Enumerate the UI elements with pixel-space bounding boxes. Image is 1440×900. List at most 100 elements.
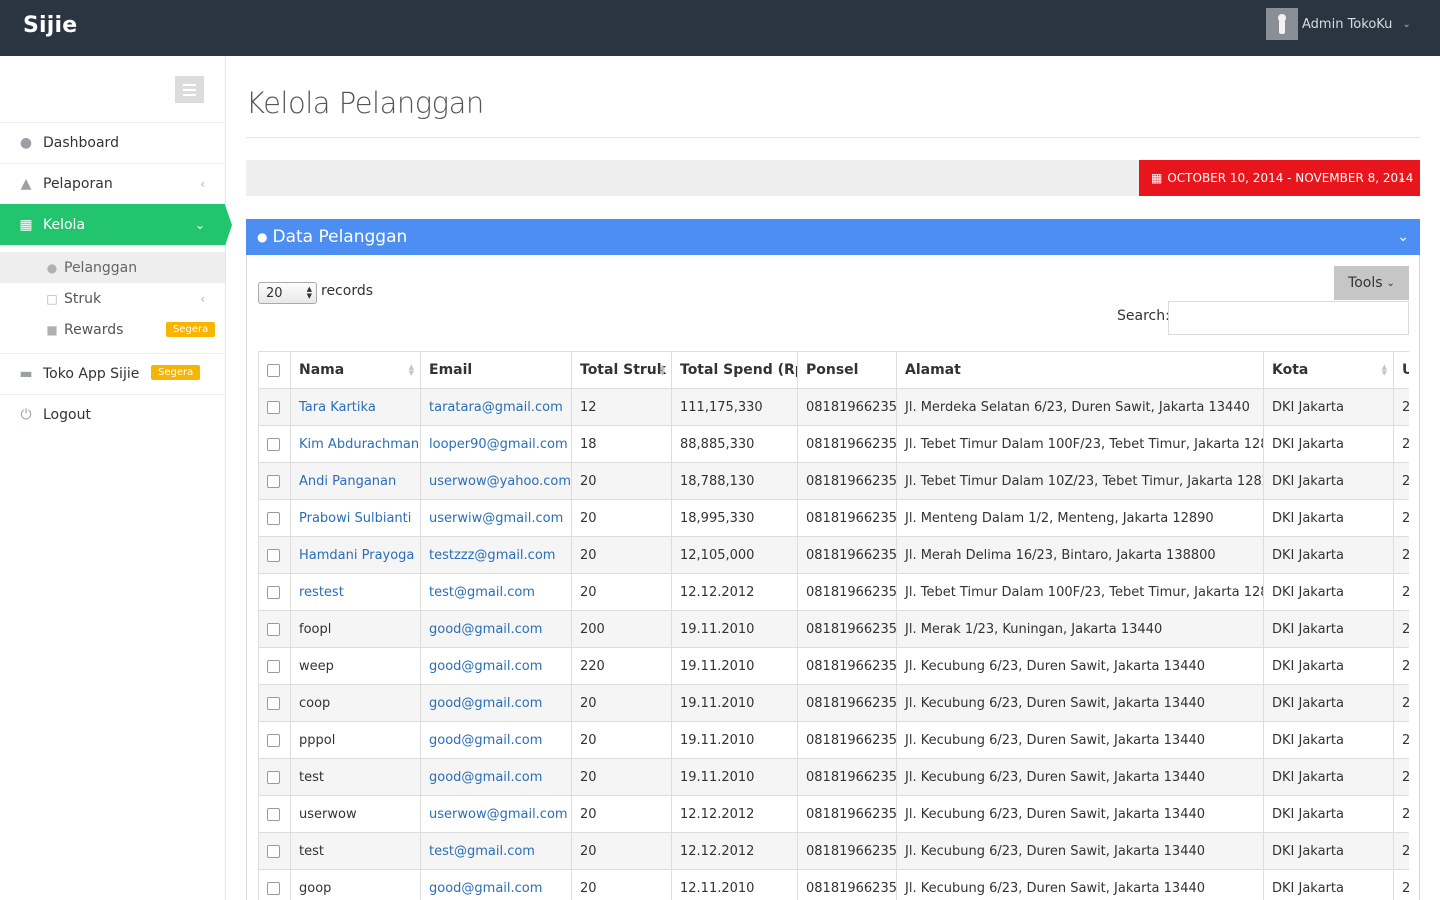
row-checkbox[interactable] [267, 844, 280, 858]
row-select-cell [258, 684, 291, 722]
cell-email[interactable]: userwiw@gmail.com [420, 499, 572, 537]
column-header-alamat[interactable]: Alamat [896, 351, 1264, 389]
gamepad-icon: ▬ [19, 366, 33, 382]
chevron-down-icon: ⌄ [1386, 277, 1395, 289]
column-header-nama[interactable]: Nama ▲ ▼ [290, 351, 421, 389]
column-header-label: Ponsel [806, 362, 859, 378]
cell-kota: DKI Jakarta [1263, 462, 1394, 500]
row-select-cell [258, 647, 291, 685]
row-checkbox[interactable] [267, 659, 280, 673]
chevron-down-icon[interactable]: ⌄ [1397, 229, 1409, 245]
cell-u: 2 [1393, 499, 1409, 537]
sidebar-item-toko-app[interactable]: ▬ Toko App Sijie Segera [0, 353, 225, 394]
column-header-total-struk[interactable]: Total Struk ▲ ▼ [571, 351, 672, 389]
row-checkbox[interactable] [267, 770, 280, 784]
column-header-kota[interactable]: Kota ▲ ▼ [1263, 351, 1394, 389]
row-checkbox[interactable] [267, 511, 280, 525]
search-input[interactable] [1168, 301, 1409, 335]
row-checkbox[interactable] [267, 881, 280, 895]
cell-nama: test [290, 758, 421, 796]
megaphone-icon: ▲ [20, 176, 32, 192]
table-row: Tara Kartika taratara@gmail.com 12 111,175,… [258, 388, 1409, 426]
cell-nama: pppol [290, 721, 421, 759]
cell-email[interactable]: good@gmail.com [420, 721, 572, 759]
cell-nama[interactable]: Prabowi Sulbianti [290, 499, 421, 537]
cell-alamat: Jl. Merdeka Selatan 6/23, Duren Sawit, J… [896, 388, 1264, 426]
row-select-cell [258, 758, 291, 796]
cell-email[interactable]: testzzz@gmail.com [420, 536, 572, 574]
column-header-total-spend[interactable]: Total Spend (Rp) [671, 351, 798, 389]
row-select-cell [258, 795, 291, 833]
row-select-cell [258, 573, 291, 611]
table-row: Andi Panganan userwow@yahoo.com 20 18,788,1… [258, 462, 1409, 500]
cell-nama[interactable]: restest [290, 573, 421, 611]
divider [246, 137, 1420, 138]
row-checkbox[interactable] [267, 807, 280, 821]
cell-nama[interactable]: Andi Panganan [290, 462, 421, 500]
cell-email[interactable]: userwow@gmail.com [420, 795, 572, 833]
row-checkbox[interactable] [267, 585, 280, 599]
cell-total-struk: 20 [571, 795, 672, 833]
brand-logo[interactable]: Sijie [23, 13, 77, 38]
cell-email[interactable]: taratara@gmail.com [420, 388, 572, 426]
cell-alamat: Jl. Kecubung 6/23, Duren Sawit, Jakarta … [896, 758, 1264, 796]
cell-kota: DKI Jakarta [1263, 647, 1394, 685]
select-all-checkbox[interactable] [267, 363, 280, 377]
cell-ponsel: 08181966235 [797, 758, 897, 796]
sidebar: ● Dashboard ▲ Pelaporan ‹ ▦ Kelola ⌄ ● P… [0, 56, 232, 900]
cell-email[interactable]: good@gmail.com [420, 647, 572, 685]
user-menu[interactable]: Admin TokoKu ⌄ [1266, 8, 1411, 40]
cell-u: 2 [1393, 832, 1409, 870]
cell-total-spend: 12.12.2012 [671, 573, 798, 611]
cell-email[interactable]: good@gmail.com [420, 610, 572, 648]
row-checkbox[interactable] [267, 437, 280, 451]
column-header-u[interactable]: U [1393, 351, 1409, 389]
records-per-page-select[interactable]: 20 ▲ ▼ [258, 282, 317, 304]
sidebar-item-logout[interactable]: ⏻ Logout [0, 394, 225, 435]
cell-email[interactable]: looper90@gmail.com [420, 425, 572, 463]
page-title: Kelola Pelanggan [246, 86, 484, 120]
sidebar-item-pelaporan[interactable]: ▲ Pelaporan ‹ [0, 163, 225, 204]
table-row: test good@gmail.com 20 19.11.2010 0818196623… [258, 758, 1409, 796]
row-checkbox[interactable] [267, 622, 280, 636]
cell-email[interactable]: good@gmail.com [420, 758, 572, 796]
cell-email[interactable]: good@gmail.com [420, 869, 572, 900]
power-icon: ⏻ [20, 407, 32, 423]
cell-ponsel: 08181966235 [797, 462, 897, 500]
sidebar-item-label: Pelaporan [43, 176, 113, 192]
cell-total-spend: 12.12.2012 [671, 795, 798, 833]
chevron-down-icon: ⌄ [1402, 18, 1411, 30]
cell-nama[interactable]: Kim Abdurachman [290, 425, 421, 463]
column-header-email[interactable]: Email [420, 351, 572, 389]
table-row: restest test@gmail.com 20 12.12.2012 0818196… [258, 573, 1409, 611]
cell-ponsel: 08181966235 [797, 795, 897, 833]
cell-alamat: Jl. Kecubung 6/23, Duren Sawit, Jakarta … [896, 869, 1264, 900]
panel-header[interactable]: ● Data Pelanggan ⌄ [246, 219, 1420, 255]
row-checkbox[interactable] [267, 400, 280, 414]
gift-icon: ■ [46, 322, 58, 337]
cell-nama[interactable]: Hamdani Prayoga [290, 536, 421, 574]
row-checkbox[interactable] [267, 548, 280, 562]
coming-soon-badge: Segera [166, 322, 216, 337]
sidebar-subitem-rewards[interactable]: ■ Rewards Segera [0, 314, 225, 345]
column-header-label: Nama [299, 362, 345, 378]
row-checkbox[interactable] [267, 474, 280, 488]
row-checkbox[interactable] [267, 733, 280, 747]
cell-nama[interactable]: Tara Kartika [290, 388, 421, 426]
cell-email[interactable]: good@gmail.com [420, 684, 572, 722]
cell-alamat: Jl. Kecubung 6/23, Duren Sawit, Jakarta … [896, 832, 1264, 870]
cell-email[interactable]: test@gmail.com [420, 573, 572, 611]
cell-email[interactable]: test@gmail.com [420, 832, 572, 870]
sidebar-subitem-pelanggan[interactable]: ● Pelanggan [0, 252, 225, 283]
sidebar-item-dashboard[interactable]: ● Dashboard [0, 122, 225, 163]
tools-button[interactable]: Tools ⌄ [1334, 266, 1409, 300]
menu-toggle-button[interactable] [175, 76, 204, 103]
sidebar-subitem-struk[interactable]: □ Struk ‹ [0, 283, 225, 314]
date-range-button[interactable]: ▦ OCTOBER 10, 2014 - NOVEMBER 8, 2014 ⌄ [1139, 160, 1420, 196]
column-header-ponsel[interactable]: Ponsel [797, 351, 897, 389]
cell-kota: DKI Jakarta [1263, 425, 1394, 463]
sidebar-item-kelola[interactable]: ▦ Kelola ⌄ [0, 204, 232, 246]
cell-nama: weep [290, 647, 421, 685]
cell-email[interactable]: userwow@yahoo.com [420, 462, 572, 500]
row-checkbox[interactable] [267, 696, 280, 710]
